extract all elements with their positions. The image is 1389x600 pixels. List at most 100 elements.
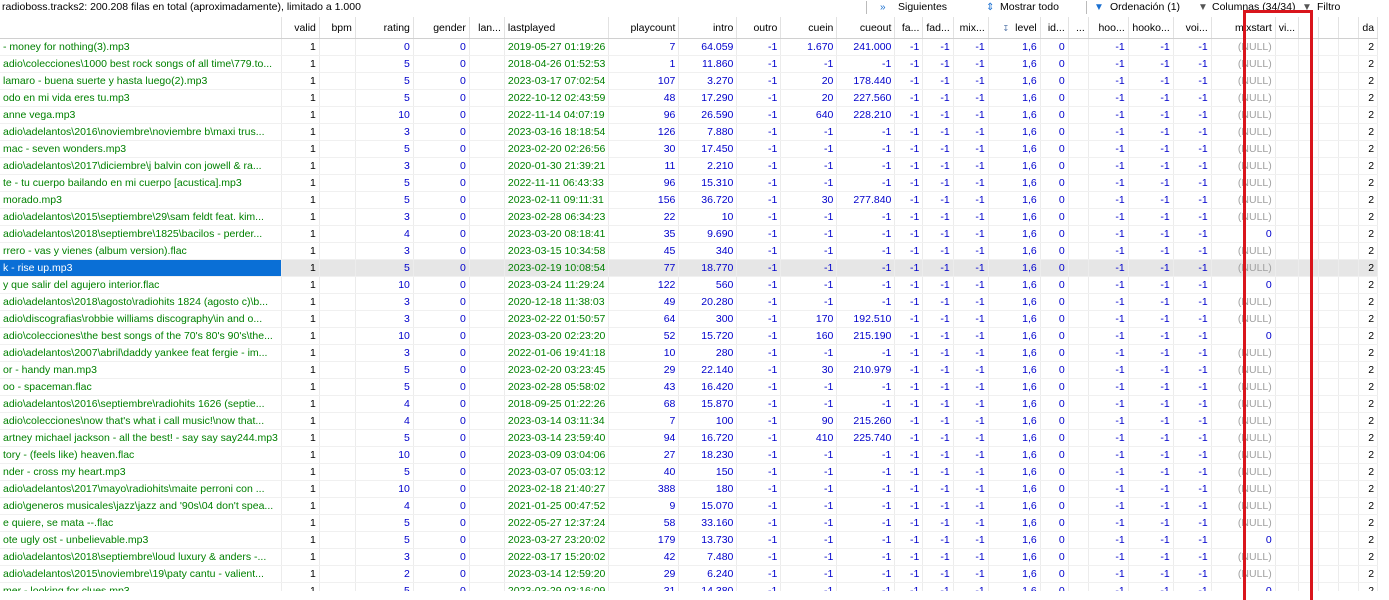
dropdown-triangle-icon[interactable]: ▼ xyxy=(1302,1,1312,14)
table-cell[interactable] xyxy=(1275,446,1300,464)
table-cell[interactable] xyxy=(469,395,505,413)
table-cell[interactable]: -1 xyxy=(736,38,782,56)
table-cell[interactable]: -1 xyxy=(1173,123,1212,141)
table-cell[interactable]: -1 xyxy=(1173,344,1212,362)
table-cell[interactable]: 150 xyxy=(678,463,738,481)
table-cell[interactable]: artney michael jackson - all the best! -… xyxy=(0,429,282,447)
column-header[interactable]: id... xyxy=(1040,17,1069,39)
table-cell[interactable]: 52 xyxy=(608,327,680,345)
table-cell[interactable] xyxy=(1298,157,1320,175)
table-cell[interactable] xyxy=(319,55,356,73)
table-cell[interactable] xyxy=(1318,242,1340,260)
table-cell[interactable]: -1 xyxy=(922,310,954,328)
table-cell[interactable]: -1 xyxy=(953,106,989,124)
table-cell[interactable]: 1 xyxy=(281,327,320,345)
table-cell[interactable]: 560 xyxy=(678,276,738,294)
table-cell[interactable]: 1 xyxy=(281,55,320,73)
table-cell[interactable] xyxy=(1318,225,1340,243)
table-cell[interactable] xyxy=(1068,38,1089,56)
column-header[interactable]: hooko... xyxy=(1128,17,1174,39)
table-cell[interactable] xyxy=(1275,514,1300,532)
table-cell[interactable] xyxy=(469,344,505,362)
table-cell[interactable]: -1 xyxy=(1128,276,1174,294)
table-cell[interactable]: 0 xyxy=(413,446,470,464)
table-cell[interactable]: -1 xyxy=(1173,582,1212,591)
table-cell[interactable]: 1 xyxy=(281,565,320,583)
table-cell[interactable]: -1 xyxy=(1128,123,1174,141)
table-cell[interactable] xyxy=(469,480,505,498)
table-cell[interactable]: 1 xyxy=(281,123,320,141)
table-cell[interactable]: 0 xyxy=(1211,276,1276,294)
table-cell[interactable]: 17.450 xyxy=(678,140,738,158)
table-cell[interactable]: -1 xyxy=(780,344,838,362)
table-cell[interactable]: 1 xyxy=(281,276,320,294)
table-cell[interactable]: -1 xyxy=(736,157,782,175)
table-cell[interactable]: 2023-03-15 10:34:58 xyxy=(504,242,610,260)
table-cell[interactable] xyxy=(1068,463,1089,481)
table-cell[interactable] xyxy=(1068,242,1089,260)
table-cell[interactable] xyxy=(319,497,356,515)
table-cell[interactable]: -1 xyxy=(1128,344,1174,362)
table-cell[interactable]: -1 xyxy=(953,497,989,515)
table-cell[interactable]: 1 xyxy=(281,38,320,56)
table-cell[interactable]: 160 xyxy=(780,327,838,345)
table-cell[interactable]: -1 xyxy=(1128,429,1174,447)
table-cell[interactable]: 0 xyxy=(413,191,470,209)
table-cell[interactable]: 0 xyxy=(1211,327,1276,345)
table-cell[interactable]: 180 xyxy=(678,480,738,498)
table-row[interactable]: artney michael jackson - all the best! -… xyxy=(0,429,1379,447)
table-row[interactable]: adio\adelantos\2018\septiembre\1825\baci… xyxy=(0,225,1379,243)
table-cell[interactable] xyxy=(1338,140,1360,158)
table-cell[interactable]: 11 xyxy=(608,157,680,175)
table-cell[interactable] xyxy=(1298,89,1320,107)
table-cell[interactable]: 4 xyxy=(355,412,414,430)
table-cell[interactable]: -1 xyxy=(953,378,989,396)
table-cell[interactable]: k - rise up.mp3 xyxy=(0,259,282,277)
table-cell[interactable] xyxy=(1298,344,1320,362)
table-cell[interactable] xyxy=(469,140,505,158)
table-cell[interactable]: 17.290 xyxy=(678,89,738,107)
table-cell[interactable]: 0 xyxy=(1040,72,1069,90)
table-cell[interactable]: 64 xyxy=(608,310,680,328)
table-cell[interactable]: 388 xyxy=(608,480,680,498)
table-cell[interactable] xyxy=(1318,259,1340,277)
table-cell[interactable] xyxy=(319,174,356,192)
table-cell[interactable]: 2023-03-16 18:18:54 xyxy=(504,123,610,141)
table-cell[interactable]: -1 xyxy=(1173,293,1212,311)
table-cell[interactable]: 5 xyxy=(355,361,414,379)
table-cell[interactable]: -1 xyxy=(894,497,924,515)
table-cell[interactable]: 2023-03-27 23:20:02 xyxy=(504,531,610,549)
table-cell[interactable] xyxy=(1068,514,1089,532)
table-cell[interactable] xyxy=(1275,412,1300,430)
table-cell[interactable]: -1 xyxy=(1088,157,1129,175)
table-cell[interactable]: -1 xyxy=(1173,361,1212,379)
table-cell[interactable]: -1 xyxy=(1128,310,1174,328)
table-cell[interactable]: 2023-03-14 03:11:34 xyxy=(504,412,610,430)
table-cell[interactable]: -1 xyxy=(780,565,838,583)
table-cell[interactable]: 228.210 xyxy=(836,106,896,124)
table-cell[interactable]: -1 xyxy=(836,293,896,311)
column-header[interactable]: ... xyxy=(1068,17,1089,39)
table-cell[interactable]: 170 xyxy=(780,310,838,328)
columns-button[interactable]: Columnas (34/34) xyxy=(1212,1,1295,14)
table-cell[interactable]: adio\discografias\robbie williams discog… xyxy=(0,310,282,328)
table-cell[interactable]: -1 xyxy=(1088,344,1129,362)
table-cell[interactable]: -1 xyxy=(836,565,896,583)
table-cell[interactable]: 2 xyxy=(1358,395,1379,413)
table-cell[interactable]: 215.260 xyxy=(836,412,896,430)
table-cell[interactable]: -1 xyxy=(1088,55,1129,73)
table-cell[interactable]: -1 xyxy=(1088,259,1129,277)
table-cell[interactable]: -1 xyxy=(1088,480,1129,498)
table-cell[interactable] xyxy=(319,242,356,260)
table-cell[interactable]: 2023-03-14 12:59:20 xyxy=(504,565,610,583)
table-cell[interactable]: -1 xyxy=(736,140,782,158)
table-cell[interactable]: -1 xyxy=(780,378,838,396)
table-cell[interactable]: -1 xyxy=(953,293,989,311)
table-cell[interactable]: 300 xyxy=(678,310,738,328)
table-cell[interactable] xyxy=(319,361,356,379)
table-cell[interactable]: 2023-03-14 23:59:40 xyxy=(504,429,610,447)
table-cell[interactable]: 0 xyxy=(1040,89,1069,107)
table-cell[interactable] xyxy=(1275,276,1300,294)
column-header[interactable]: bpm xyxy=(319,17,356,39)
table-cell[interactable]: -1 xyxy=(1088,327,1129,345)
